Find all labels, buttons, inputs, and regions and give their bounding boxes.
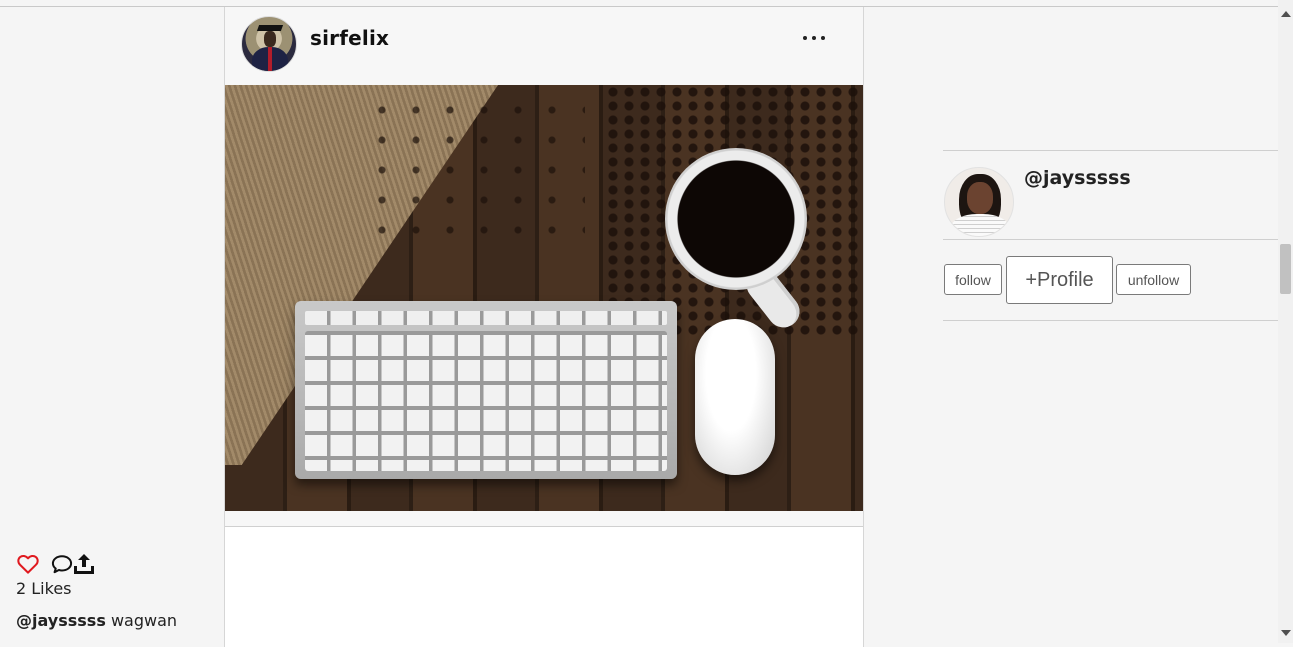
keyboard-fn-row [305,311,667,325]
dot [803,36,807,40]
image-coffee-cup [665,148,807,290]
post-author-name[interactable]: sirfelix [310,26,389,50]
image-mouse [695,319,775,475]
scrollbar-track[interactable] [1278,0,1293,643]
avatar-trim [268,47,272,71]
sidebar-divider-bottom [943,320,1278,321]
likes-count: 2 Likes [16,579,72,598]
follow-button[interactable]: follow [944,264,1002,295]
caption-user[interactable]: @jaysssss [16,611,106,630]
suggested-user-handle[interactable]: @jaysssss [1024,167,1131,189]
suggested-user-avatar[interactable] [944,167,1014,237]
sidebar-divider-top [943,150,1278,151]
image-keyboard [295,301,677,479]
upload-share-icon[interactable] [72,552,96,576]
comment-icon[interactable] [50,552,74,576]
author-avatar[interactable] [241,16,297,72]
profile-button[interactable]: +Profile [1006,256,1113,304]
heart-icon[interactable] [16,552,40,576]
scrollbar-thumb[interactable] [1280,244,1291,294]
post-footer [225,527,863,647]
keyboard-keys [305,331,667,471]
post-divider [225,526,863,527]
post-card: sirfelix [224,7,864,647]
post-image[interactable] [225,85,863,511]
post-header: sirfelix [225,7,863,85]
scroll-up-icon[interactable] [1281,11,1291,17]
dot [821,36,825,40]
avatar-shirt [951,214,1009,236]
post-actions [16,552,96,576]
dot [812,36,816,40]
avatar-cap [256,25,284,31]
unfollow-button[interactable]: unfollow [1116,264,1191,295]
scroll-down-icon[interactable] [1281,630,1291,636]
caption-text: wagwan [110,611,178,630]
image-beans-scatter [365,95,585,235]
sidebar-divider-mid [943,239,1278,240]
post-caption: @jaysssss wagwan [16,611,177,630]
avatar-face [264,31,276,47]
ellipsis-icon[interactable] [803,31,825,45]
avatar-face [967,182,993,214]
